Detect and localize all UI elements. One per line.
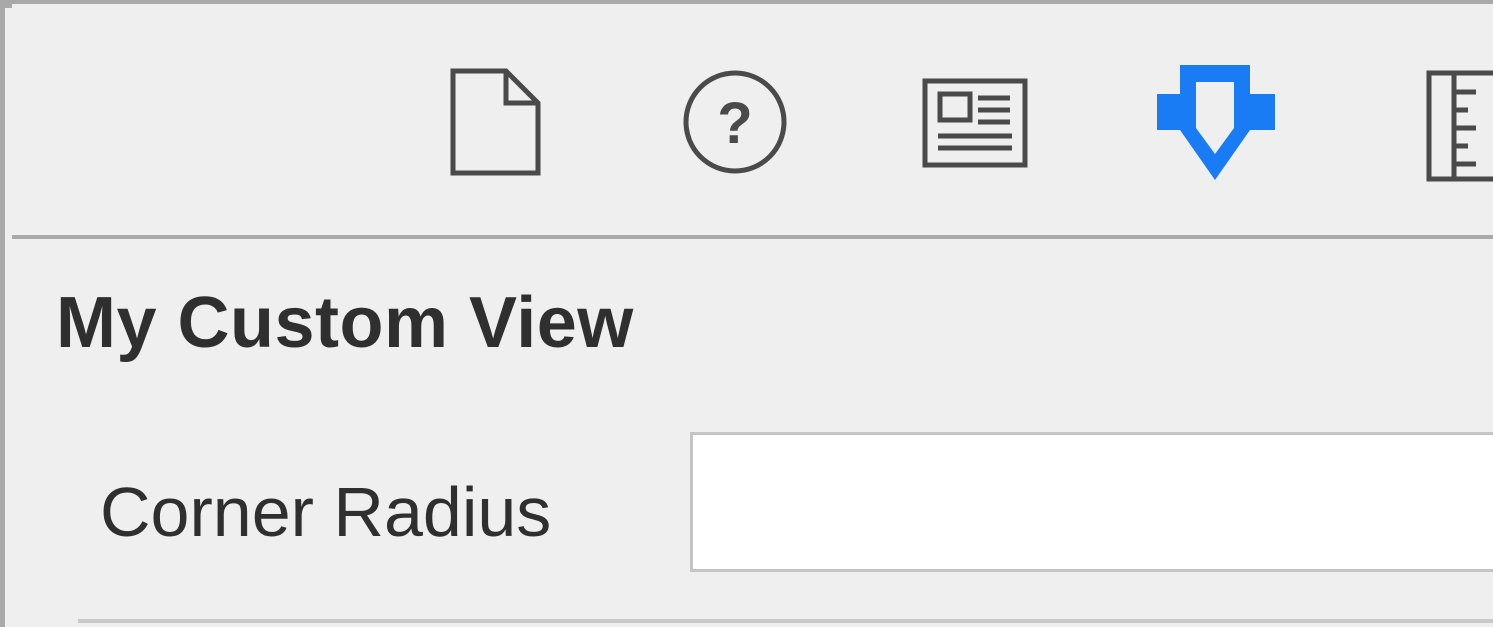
inspector-tab-bar: ?	[12, 8, 1493, 236]
corner-radius-input[interactable]	[690, 432, 1493, 572]
corner-radius-label: Corner Radius	[100, 473, 552, 551]
toolbar-divider	[12, 235, 1493, 239]
tab-file-inspector[interactable]	[450, 68, 542, 176]
identity-icon	[922, 78, 1028, 168]
tab-quick-help-inspector[interactable]: ?	[682, 69, 788, 175]
svg-text:?: ?	[717, 91, 752, 156]
tab-size-inspector[interactable]	[1426, 70, 1493, 182]
section-title: My Custom View	[56, 283, 634, 363]
ruler-icon	[1426, 70, 1493, 182]
section-separator	[78, 619, 1493, 623]
help-icon: ?	[683, 70, 787, 174]
tab-attributes-inspector[interactable]	[1154, 62, 1276, 184]
file-icon	[450, 68, 541, 176]
attributes-icon	[1157, 65, 1275, 180]
tab-identity-inspector[interactable]	[922, 78, 1028, 168]
window-left-inner	[5, 8, 12, 627]
